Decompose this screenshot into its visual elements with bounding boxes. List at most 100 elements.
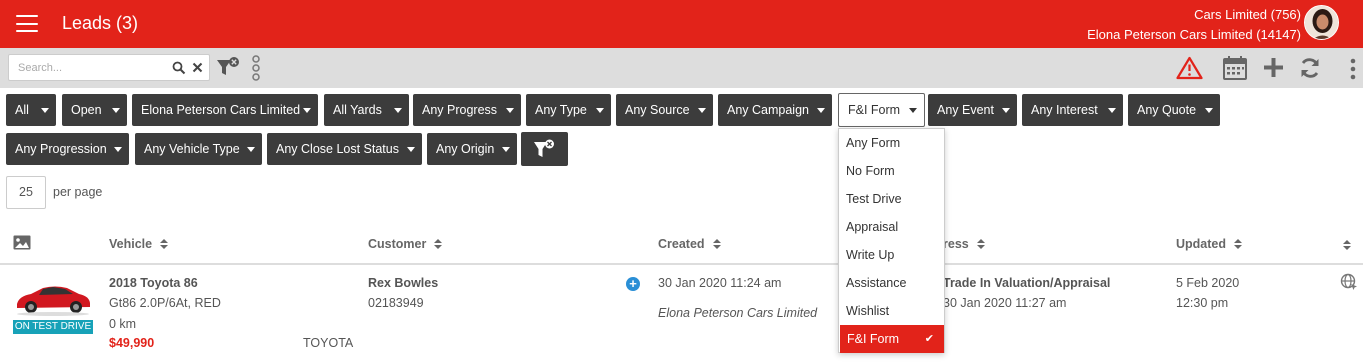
dropdown-option-appraisal[interactable]: Appraisal xyxy=(839,213,944,241)
column-header-created[interactable]: Created xyxy=(658,237,721,251)
column-header-label: Created xyxy=(658,237,705,251)
more-options-icon[interactable] xyxy=(1350,58,1356,80)
chevron-down-icon xyxy=(41,108,49,113)
dropdown-option-test-drive[interactable]: Test Drive xyxy=(839,185,944,213)
column-header-customer[interactable]: Customer xyxy=(368,237,443,251)
filter-label: Any Campaign xyxy=(727,103,809,117)
header-divider xyxy=(0,263,1363,265)
column-header-label: Vehicle xyxy=(109,237,153,251)
sort-icon xyxy=(160,238,169,249)
chevron-down-icon xyxy=(394,108,402,113)
filter-event[interactable]: Any Event xyxy=(928,94,1017,126)
chevron-down-icon xyxy=(1002,108,1010,113)
filter-progress[interactable]: Any Progress xyxy=(413,94,521,126)
filter-quote[interactable]: Any Quote xyxy=(1128,94,1220,126)
filter-progression[interactable]: Any Progression xyxy=(6,133,129,165)
filter-label: Elona Peterson Cars Limited xyxy=(141,103,301,117)
customer-name[interactable]: Rex Bowles xyxy=(368,276,438,290)
avatar[interactable] xyxy=(1304,5,1339,40)
created-date: 30 Jan 2020 11:24 am xyxy=(658,276,782,290)
per-page-label: per page xyxy=(53,185,103,199)
vehicle-description: Gt86 2.0P/6At, RED xyxy=(109,296,221,310)
chevron-down-icon xyxy=(698,108,706,113)
dropdown-option-no-form[interactable]: No Form xyxy=(839,157,944,185)
per-page-select[interactable]: 25 xyxy=(6,176,46,209)
vehicle-title[interactable]: 2018 Toyota 86 xyxy=(109,276,198,290)
filter-close-lost[interactable]: Any Close Lost Status xyxy=(267,133,422,165)
filter-vehicle-type[interactable]: Any Vehicle Type xyxy=(135,133,262,165)
image-icon xyxy=(13,235,31,250)
filter-bar: All Open Elona Peterson Cars Limited All… xyxy=(0,88,1363,172)
column-options-icon[interactable] xyxy=(250,54,262,82)
app-root: Leads (3) Cars Limited (756) Elona Peter… xyxy=(0,0,1363,362)
vehicle-odometer: 0 km xyxy=(109,317,137,331)
filter-source[interactable]: Any Source xyxy=(616,94,713,126)
chevron-down-icon xyxy=(1108,108,1116,113)
toolbar xyxy=(0,48,1363,88)
filter-reset-icon[interactable] xyxy=(216,56,240,78)
account-info[interactable]: Cars Limited (756) Elona Peterson Cars L… xyxy=(1087,5,1301,45)
dropdown-option-wishlist[interactable]: Wishlist xyxy=(839,297,944,325)
column-header-vehicle[interactable]: Vehicle xyxy=(109,237,169,251)
search-input[interactable] xyxy=(9,55,169,80)
vehicle-make: TOYOTA xyxy=(303,336,354,350)
account-company: Cars Limited (756) xyxy=(1194,7,1301,22)
filter-reset-icon xyxy=(534,139,554,157)
status-badge: ON TEST DRIVE xyxy=(13,320,93,334)
column-header-updated[interactable]: Updated xyxy=(1176,237,1242,251)
filter-label: All xyxy=(15,103,29,117)
filter-yards[interactable]: All Yards xyxy=(324,94,409,126)
menu-icon[interactable] xyxy=(16,15,38,32)
filter-type[interactable]: Any Type xyxy=(526,94,611,126)
clear-icon[interactable] xyxy=(192,62,203,73)
filter-origin[interactable]: Any Origin xyxy=(427,133,517,165)
column-header-progress[interactable]: ress xyxy=(943,237,985,251)
chevron-down-icon xyxy=(596,108,604,113)
sort-icon xyxy=(976,238,985,249)
created-by: Elona Peterson Cars Limited xyxy=(658,306,818,320)
chevron-down-icon xyxy=(817,108,825,113)
filter-label: Open xyxy=(71,103,102,117)
search-box xyxy=(8,54,210,81)
chevron-down-icon xyxy=(247,147,255,152)
vehicle-price: $49,990 xyxy=(109,336,155,350)
warning-icon[interactable] xyxy=(1176,56,1203,80)
filter-label: Any Quote xyxy=(1137,103,1197,117)
refresh-icon[interactable] xyxy=(1299,57,1321,79)
dropdown-option-fi-form[interactable]: F&I Form ✔ xyxy=(840,325,944,353)
dropdown-option-assistance[interactable]: Assistance xyxy=(839,269,944,297)
column-header-label: ress xyxy=(943,237,969,251)
progress-title: Trade In Valuation/Appraisal xyxy=(943,276,1111,290)
sort-icon[interactable] xyxy=(1343,240,1351,250)
chevron-down-icon xyxy=(909,108,917,113)
search-icon[interactable] xyxy=(172,61,186,75)
dropdown-option-any-form[interactable]: Any Form xyxy=(839,129,944,157)
filter-label: Any Progression xyxy=(15,142,107,156)
customer-phone: 02183949 xyxy=(368,296,424,310)
chevron-down-icon xyxy=(303,108,311,113)
filter-options-button[interactable] xyxy=(521,132,568,166)
chevron-down-icon xyxy=(502,147,510,152)
filter-label: Any Interest xyxy=(1031,103,1098,117)
calendar-icon[interactable] xyxy=(1222,55,1248,81)
filter-form[interactable]: F&I Form xyxy=(838,93,925,127)
dropdown-option-label: F&I Form xyxy=(847,332,900,346)
form-filter-dropdown: Any Form No Form Test Drive Appraisal Wr… xyxy=(838,128,945,353)
dropdown-option-write-up[interactable]: Write Up xyxy=(839,241,944,269)
filter-campaign[interactable]: Any Campaign xyxy=(718,94,832,126)
filter-label: Any Origin xyxy=(436,142,495,156)
add-icon[interactable] xyxy=(1264,58,1283,77)
add-customer-icon[interactable]: + xyxy=(626,277,640,291)
account-dealer: Elona Peterson Cars Limited (14147) xyxy=(1087,27,1301,42)
globe-icon[interactable] xyxy=(1340,273,1358,291)
filter-label: Any Event xyxy=(937,103,994,117)
filter-dealer[interactable]: Elona Peterson Cars Limited xyxy=(132,94,318,126)
chevron-down-icon xyxy=(407,147,415,152)
filter-open[interactable]: Open xyxy=(62,94,127,126)
filter-status[interactable]: All xyxy=(6,94,56,126)
filter-interest[interactable]: Any Interest xyxy=(1022,94,1123,126)
filter-label: Any Type xyxy=(535,103,587,117)
filter-label: Any Source xyxy=(625,103,690,117)
vehicle-thumbnail xyxy=(13,274,93,320)
filter-label: Any Vehicle Type xyxy=(144,142,240,156)
